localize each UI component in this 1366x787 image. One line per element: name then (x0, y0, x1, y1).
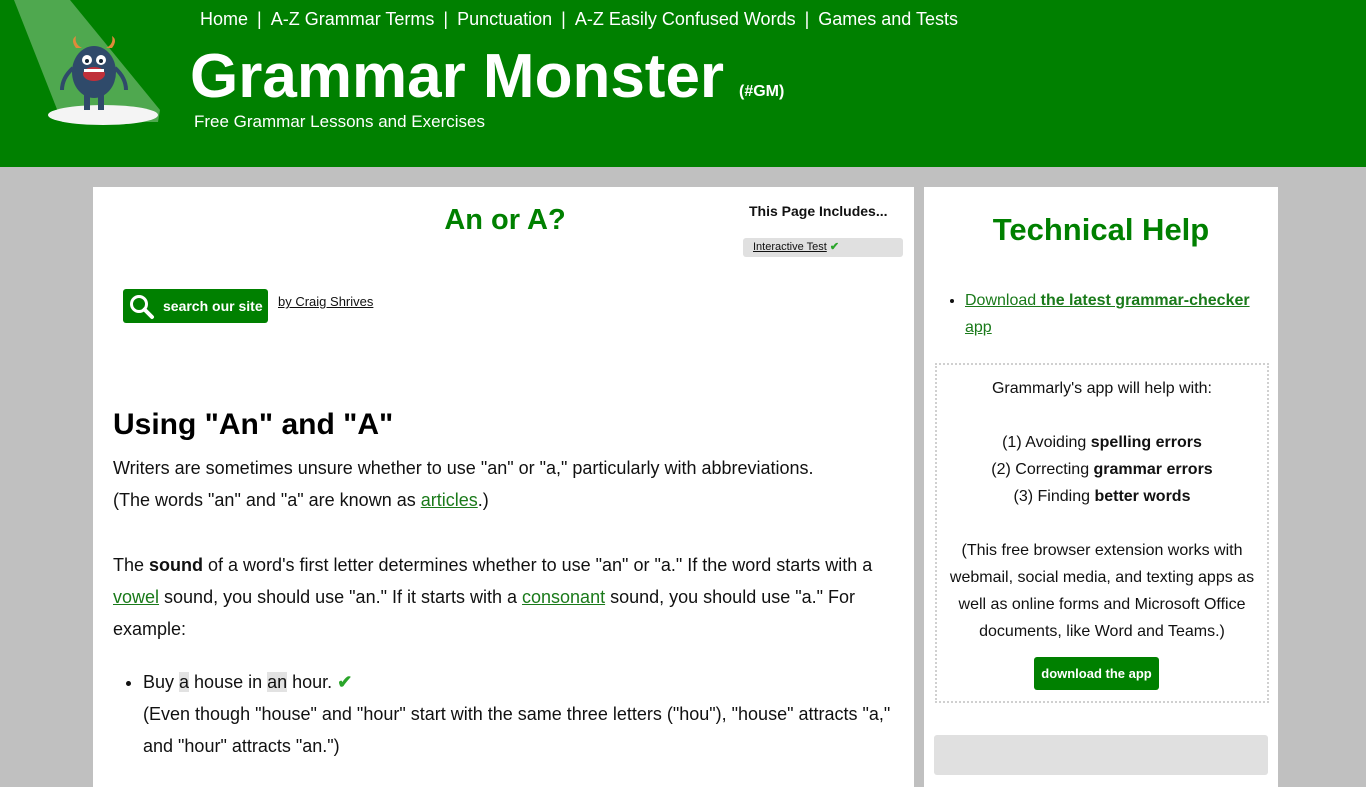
checkmark-icon: ✔ (337, 672, 353, 692)
sidebar-title: Technical Help (992, 212, 1210, 247)
nav-punctuation[interactable]: Punctuation (457, 9, 552, 29)
grammar-checker-link[interactable]: Download the latest grammar-checker app (965, 292, 1250, 336)
promo-item: (3) Finding better words (1013, 488, 1191, 505)
example-text: house in (189, 672, 268, 692)
promo-item: (1) Avoiding spelling errors (1002, 434, 1202, 451)
page-includes-box: This Page Includes... Interactive Test ✔ (743, 203, 903, 257)
includes-item-interactive-test: Interactive Test ✔ (743, 238, 903, 257)
highlight-an: an (267, 672, 288, 692)
intro-line-1: Writers are sometimes unsure whether to … (113, 458, 814, 478)
link-text: app (965, 319, 992, 336)
nav-home[interactable]: Home (200, 9, 248, 29)
download-app-button[interactable]: download the app (1034, 657, 1159, 690)
vowel-link[interactable]: vowel (113, 587, 159, 607)
rule-text: of a word's first letter determines whet… (203, 555, 873, 575)
top-navigation: Home | A-Z Grammar Terms | Punctuation | A-Z E… (200, 9, 958, 31)
example-note: (Even though "house" and "hour" start wi… (143, 704, 891, 756)
rule-text: The (113, 555, 150, 575)
author-byline: by Craig Shrives (278, 294, 373, 309)
promo-intro: Grammarly's app will help with: (991, 380, 1212, 397)
author-link[interactable]: by Craig Shrives (278, 294, 373, 309)
nav-separator: | (561, 9, 566, 29)
intro-paragraph: Writers are sometimes unsure whether to … (113, 452, 893, 516)
nav-separator: | (804, 9, 810, 29)
interactive-test-link[interactable]: Interactive Test (753, 241, 827, 253)
nav-confused-words[interactable]: A-Z Easily Confused Words (575, 9, 796, 29)
articles-link[interactable]: articles (421, 490, 478, 510)
example-text: Buy (143, 672, 180, 692)
section-heading: Using "An" and "A" (113, 408, 394, 441)
promo-item: (2) Correcting grammar errors (991, 461, 1213, 478)
nav-games-tests[interactable]: Games and Tests (818, 9, 958, 29)
nav-grammar-terms[interactable]: A-Z Grammar Terms (271, 9, 435, 29)
rule-paragraph: The sound of a word's first letter deter… (113, 549, 893, 645)
example-list: Buy a house in an hour. ✔ (Even though "… (113, 666, 923, 762)
site-title[interactable]: Grammar Monster (190, 42, 724, 112)
nav-separator: | (443, 9, 449, 29)
rule-text: sound, you should use "an." If it starts… (159, 587, 523, 607)
link-text: Download (965, 292, 1041, 309)
intro-text: (The words "an" and "a" are known as (113, 490, 421, 510)
site-header: Home | A-Z Grammar Terms | Punctuation | A-Z E… (0, 0, 1366, 167)
monster-logo-icon[interactable] (0, 0, 180, 167)
page-includes-title: This Page Includes... (749, 203, 888, 219)
sidebar-link-list: Download the latest grammar-checker app (945, 287, 1265, 341)
sidebar-placeholder-box (934, 735, 1268, 775)
site-subtitle: Free Grammar Lessons and Exercises (194, 112, 485, 131)
sidebar-download-item: Download the latest grammar-checker app (965, 287, 1265, 341)
search-icon (130, 295, 154, 319)
checkmark-icon: ✔ (829, 241, 840, 253)
intro-line-2: (The words "an" and "a" are known as art… (113, 484, 893, 516)
search-button-label: search our site (163, 298, 263, 314)
consonant-link[interactable]: consonant (522, 587, 605, 607)
nav-separator: | (257, 9, 262, 29)
example-text: hour. (287, 672, 338, 692)
link-text-bold: the latest grammar-checker (1040, 292, 1250, 309)
grammarly-promo-box: Grammarly's app will help with: (1) Avoi… (935, 363, 1269, 703)
rule-bold-sound: sound (149, 555, 204, 575)
promo-note: (This free browser extension works with … (949, 542, 1255, 640)
intro-text: .) (477, 490, 489, 510)
site-tag: (#GM) (739, 83, 785, 100)
example-item: Buy a house in an hour. ✔ (Even though "… (143, 666, 923, 762)
search-site-button[interactable]: search our site (123, 289, 268, 323)
highlight-a: a (179, 672, 190, 692)
